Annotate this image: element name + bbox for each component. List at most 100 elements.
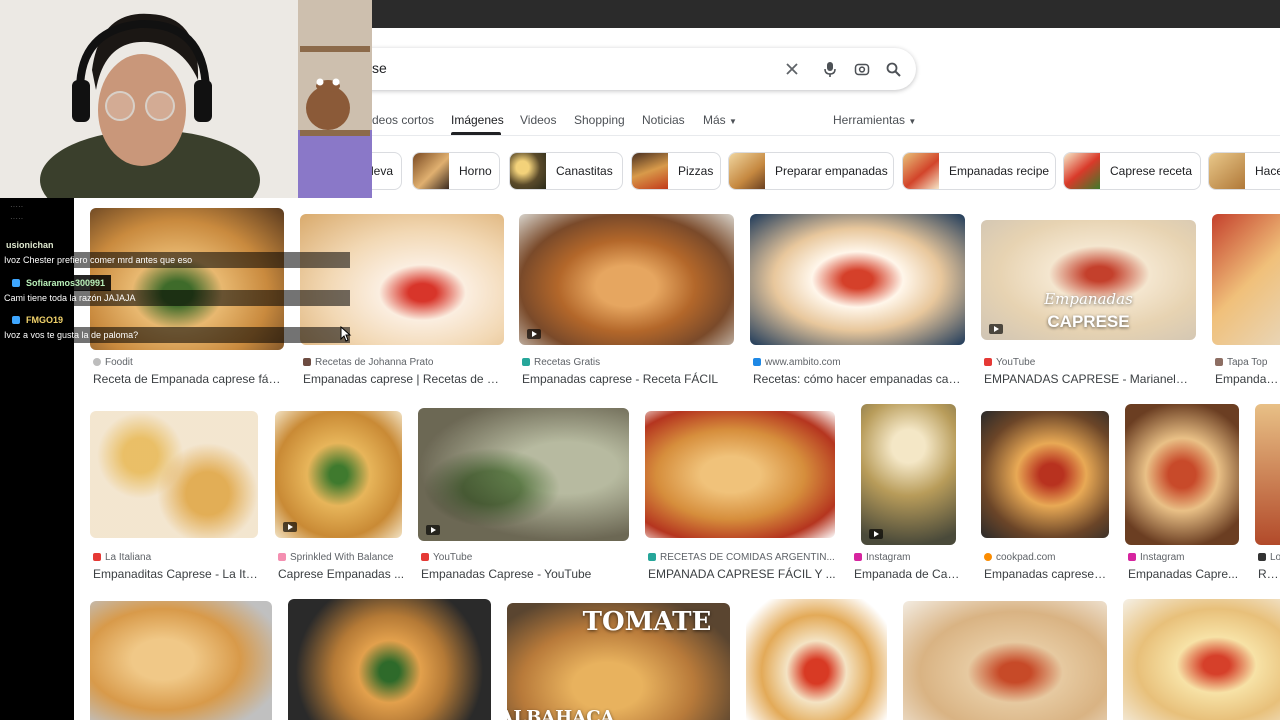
- tab-videos[interactable]: Videos: [520, 113, 556, 127]
- chat-username: FMGO19: [26, 315, 64, 325]
- chat-message: Cami tiene toda la razón JAJAJA: [4, 293, 136, 303]
- image-result[interactable]: [1123, 599, 1280, 720]
- chat-message-row: Ivoz a vos te gusta la de paloma?: [0, 327, 350, 343]
- image-result[interactable]: Empanadas CAPRESE: [981, 220, 1196, 340]
- chip-hace[interactable]: Hace: [1208, 152, 1280, 190]
- favicon-icon: [93, 358, 101, 366]
- youtube-icon: [421, 553, 429, 561]
- result-source: Instagram: [1128, 552, 1242, 563]
- video-badge-icon: [426, 525, 440, 535]
- tab-mas[interactable]: Más ▼: [703, 113, 737, 127]
- image-result[interactable]: TOMATE ALBAHACA: [507, 603, 730, 720]
- result-source-text: Foodit: [105, 357, 133, 368]
- lens-search-button[interactable]: [851, 58, 873, 80]
- result-caption[interactable]: Empanadas caprese - Receta FÁCIL: [522, 372, 732, 386]
- chip-label: Caprese receta: [1110, 164, 1193, 178]
- result-caption[interactable]: Empandas C: [1215, 372, 1280, 386]
- image-result[interactable]: [1212, 214, 1280, 345]
- image-result[interactable]: [90, 411, 258, 538]
- favicon-icon: [1215, 358, 1223, 366]
- image-result[interactable]: [750, 214, 965, 345]
- image-result[interactable]: [519, 214, 734, 345]
- overlay-text-albahaca: ALBAHACA: [507, 707, 615, 720]
- chip-empanadas-recipe[interactable]: Empanadas recipe: [902, 152, 1056, 190]
- tab-videos-cortos[interactable]: deos cortos: [372, 113, 434, 127]
- result-caption[interactable]: Empanadas Caprese - YouTube: [421, 567, 626, 581]
- chip-canastitas[interactable]: Canastitas: [509, 152, 623, 190]
- result-caption[interactable]: EMPANADAS CAPRESE - Marianela ...: [984, 372, 1194, 386]
- tools-label: Herramientas: [833, 113, 906, 127]
- favicon-icon: [648, 553, 656, 561]
- result-source: Sprinkled With Balance: [278, 552, 408, 563]
- chip-pizzas[interactable]: Pizzas: [631, 152, 721, 190]
- image-result[interactable]: [275, 411, 402, 538]
- result-source: Recetas de Johanna Prato: [303, 357, 503, 368]
- youtube-icon: [984, 358, 992, 366]
- result-caption[interactable]: Empanaditas Caprese - La Ita...: [93, 567, 261, 581]
- video-badge-icon: [869, 529, 883, 539]
- chip-caprese-receta[interactable]: Caprese receta: [1063, 152, 1201, 190]
- tools-button[interactable]: Herramientas ▼: [833, 113, 916, 127]
- video-badge-icon: [527, 329, 541, 339]
- search-tabs: deos cortos Imágenes Videos Shopping Not…: [300, 110, 1280, 130]
- image-result[interactable]: [645, 411, 835, 538]
- chat-message-row: Ivoz Chester prefiero comer mrd antes qu…: [0, 252, 350, 268]
- result-source: YouTube: [984, 357, 1194, 368]
- tab-noticias[interactable]: Noticias: [642, 113, 685, 127]
- voice-search-button[interactable]: [819, 58, 841, 80]
- tab-imagenes[interactable]: Imágenes: [451, 113, 504, 127]
- result-source: Lo: [1258, 552, 1280, 563]
- result-caption[interactable]: Receta de Empanada caprese fácil...: [93, 372, 283, 386]
- result-source: La Italiana: [93, 552, 261, 563]
- chip-thumbnail: [1064, 153, 1100, 189]
- video-badge-icon: [283, 522, 297, 532]
- image-result[interactable]: [288, 599, 491, 720]
- image-result[interactable]: [300, 214, 504, 345]
- overlay-text-tomate: TOMATE: [582, 607, 712, 637]
- image-result[interactable]: [861, 404, 956, 545]
- screen: { "search": { "query_fragment": "se" }, …: [0, 0, 1280, 720]
- search-submit-button[interactable]: [882, 58, 904, 80]
- result-caption[interactable]: Empanadas Capre...: [1128, 567, 1242, 581]
- result-source-text: YouTube: [433, 552, 473, 563]
- chip-preparar-empanadas[interactable]: Preparar empanadas: [728, 152, 894, 190]
- image-result[interactable]: [1255, 404, 1280, 545]
- result-source-text: Tapa Top: [1227, 357, 1268, 368]
- image-result[interactable]: [746, 599, 887, 720]
- chat-message: Ivoz Chester prefiero comer mrd antes qu…: [4, 255, 193, 265]
- tab-shopping[interactable]: Shopping: [574, 113, 625, 127]
- overlay-text-caprese: CAPRESE: [1047, 312, 1130, 331]
- chat-message: Ivoz a vos te gusta la de paloma?: [4, 330, 139, 340]
- chat-username: usionichan: [6, 240, 54, 250]
- image-result[interactable]: [1125, 404, 1239, 545]
- image-result[interactable]: [903, 601, 1107, 720]
- result-source: YouTube: [421, 552, 626, 563]
- tab-mas-label: Más: [703, 113, 726, 127]
- clear-search-button[interactable]: [781, 58, 803, 80]
- result-caption[interactable]: Empanadas caprese: ...: [984, 567, 1109, 581]
- result-source: RECETAS DE COMIDAS ARGENTIN...: [648, 552, 836, 563]
- image-result[interactable]: [418, 408, 629, 541]
- result-source-text: Recetas Gratis: [534, 357, 601, 368]
- image-result[interactable]: [90, 601, 272, 720]
- result-caption[interactable]: Recetas: cómo hacer empanadas capr...: [753, 372, 963, 386]
- instagram-icon: [1128, 553, 1136, 561]
- result-caption[interactable]: Empanada de Cap...: [854, 567, 964, 581]
- chip-horno[interactable]: Horno: [412, 152, 500, 190]
- close-icon: [786, 63, 798, 75]
- search-box[interactable]: se: [300, 48, 916, 90]
- image-result[interactable]: [981, 411, 1109, 538]
- result-caption[interactable]: Empanadas caprese | Recetas de Jo...: [303, 372, 503, 386]
- chevron-down-icon: ▼: [729, 117, 737, 126]
- search-icon: [886, 62, 901, 77]
- streamer-webcam-image: [0, 0, 372, 198]
- chip-label: Pizzas: [678, 164, 714, 178]
- search-input[interactable]: se: [372, 60, 387, 76]
- instagram-icon: [854, 553, 862, 561]
- chat-username-row: Sofiaramos300991: [0, 275, 112, 291]
- favicon-icon: [1258, 553, 1266, 561]
- result-caption[interactable]: Rece: [1258, 567, 1280, 581]
- result-caption[interactable]: EMPANADA CAPRESE FÁCIL Y ...: [648, 567, 836, 581]
- chevron-down-icon: ▼: [908, 117, 917, 126]
- result-caption[interactable]: Caprese Empanadas ...: [278, 567, 408, 581]
